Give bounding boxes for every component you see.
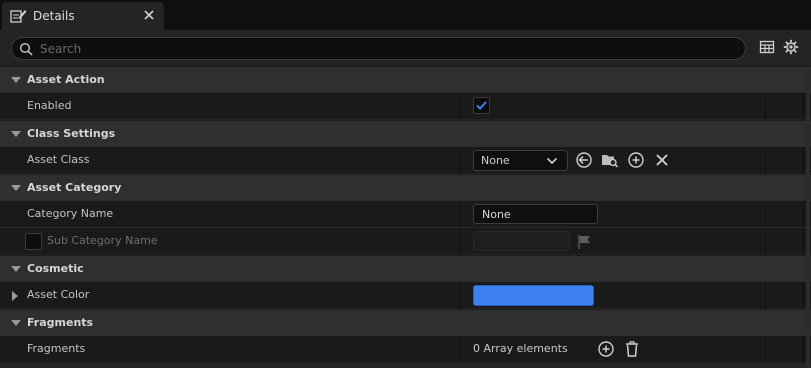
category-class-settings[interactable]: Class Settings	[0, 120, 811, 146]
pencil-icon	[10, 10, 27, 23]
clear-icon[interactable]	[653, 151, 671, 169]
tab-details[interactable]: Details	[2, 2, 164, 30]
property-label: Asset Color	[27, 288, 90, 301]
settings-gear-icon[interactable]	[783, 39, 799, 55]
property-row-enabled: Enabled	[0, 92, 811, 120]
expand-arrow-icon[interactable]	[12, 291, 18, 301]
sub-category-name-field	[473, 231, 570, 251]
category-asset-category[interactable]: Asset Category	[0, 174, 811, 200]
browse-folder-icon[interactable]	[601, 151, 619, 169]
property-label: Asset Class	[27, 153, 90, 166]
category-label: Asset Action	[27, 73, 105, 86]
category-asset-action[interactable]: Asset Action	[0, 66, 811, 92]
asset-color-swatch[interactable]	[473, 285, 594, 306]
property-row-asset-class: Asset Class None	[0, 146, 811, 174]
category-label: Fragments	[27, 316, 94, 329]
scrollbar[interactable]	[806, 70, 810, 368]
category-label: Class Settings	[27, 127, 116, 140]
property-row-asset-color: Asset Color	[0, 281, 811, 309]
tab-bar: Details	[0, 0, 811, 30]
collapse-arrow-icon[interactable]	[11, 320, 21, 326]
category-label: Asset Category	[27, 181, 122, 194]
collapse-arrow-icon[interactable]	[11, 266, 21, 272]
close-icon[interactable]	[143, 9, 155, 21]
use-selected-arrow-icon[interactable]	[575, 151, 593, 169]
field-value: None	[482, 208, 511, 221]
collapse-arrow-icon[interactable]	[11, 77, 21, 83]
collapse-arrow-icon[interactable]	[11, 185, 21, 191]
category-label: Cosmetic	[27, 262, 84, 275]
flag-icon	[578, 235, 590, 249]
property-label: Fragments	[27, 342, 86, 355]
add-icon[interactable]	[627, 151, 645, 169]
collapse-arrow-icon[interactable]	[11, 131, 21, 137]
property-label: Enabled	[27, 99, 72, 112]
search-input[interactable]	[40, 40, 730, 57]
array-count: 0 Array elements	[473, 342, 568, 355]
property-label: Sub Category Name	[47, 234, 158, 247]
dropdown-value: None	[481, 154, 510, 167]
asset-class-dropdown[interactable]: None	[473, 150, 568, 171]
category-name-field[interactable]: None	[473, 204, 598, 224]
details-panel: Asset Action Enabled Class Settings Asse…	[0, 30, 811, 368]
chevron-down-icon	[546, 157, 558, 165]
search-icon	[19, 42, 33, 56]
checkmark-icon	[476, 101, 487, 110]
delete-icon[interactable]	[623, 340, 641, 358]
edit-condition-checkbox[interactable]	[25, 233, 42, 250]
category-cosmetic[interactable]: Cosmetic	[0, 255, 811, 281]
tab-title: Details	[33, 9, 75, 23]
add-element-icon[interactable]	[597, 340, 615, 358]
table-view-icon[interactable]	[759, 39, 775, 55]
property-label: Category Name	[27, 207, 114, 220]
property-row-fragments: Fragments 0 Array elements	[0, 335, 811, 363]
property-row-sub-category-name: Sub Category Name	[0, 227, 811, 255]
category-fragments[interactable]: Fragments	[0, 309, 811, 335]
search-box[interactable]	[11, 37, 746, 60]
enabled-checkbox[interactable]	[473, 97, 490, 114]
property-row-category-name: Category Name None	[0, 200, 811, 228]
